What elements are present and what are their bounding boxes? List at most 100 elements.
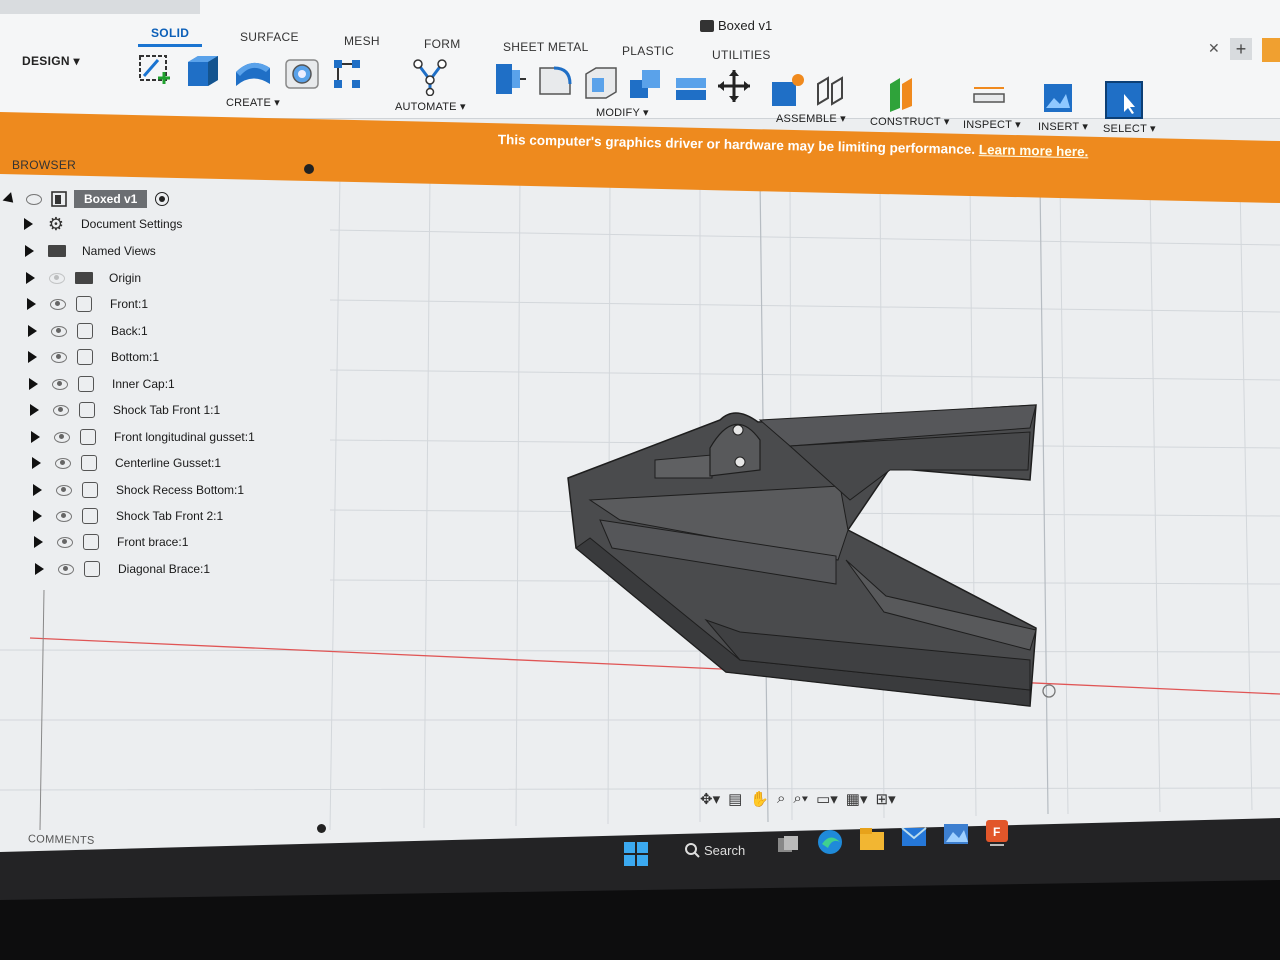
press-pull-icon[interactable] [492, 60, 528, 98]
mail-icon[interactable] [900, 824, 928, 850]
browser-item-diagonal-brace[interactable]: Diagonal Brace:1 [35, 558, 210, 580]
browser-item-named-views[interactable]: Named Views [25, 240, 156, 262]
tab-plastic[interactable]: PLASTIC [622, 44, 674, 58]
visibility-eye-icon[interactable] [49, 272, 65, 284]
new-tab-button[interactable]: + [1230, 38, 1252, 60]
expand-arrow-icon[interactable] [33, 484, 42, 496]
visibility-eye-icon[interactable] [58, 563, 74, 575]
browser-item-front-brace[interactable]: Front brace:1 [34, 531, 188, 553]
visibility-eye-icon[interactable] [56, 510, 72, 522]
expand-arrow-icon[interactable] [28, 351, 37, 363]
visibility-eye-icon[interactable] [57, 536, 73, 548]
modify-menu[interactable]: MODIFY ▾ [596, 106, 649, 119]
browser-item-front[interactable]: Front:1 [27, 293, 148, 315]
profile-badge[interactable] [1262, 38, 1280, 62]
expand-arrow-icon[interactable] [27, 298, 36, 310]
expand-arrow-icon[interactable] [29, 378, 38, 390]
browser-item-centerline-gusset[interactable]: Centerline Gusset:1 [32, 452, 221, 474]
display-settings-icon[interactable]: ▭▾ [816, 790, 838, 808]
visibility-eye-icon[interactable] [51, 351, 67, 363]
automate-icon[interactable] [410, 58, 450, 96]
browser-collapse-button[interactable] [304, 164, 314, 174]
offset-face-icon[interactable] [672, 68, 710, 102]
tab-solid[interactable]: SOLID [151, 26, 189, 40]
fit-icon[interactable]: ⌕▾ [793, 790, 808, 808]
expand-arrow-icon[interactable] [33, 510, 42, 522]
visibility-eye-icon[interactable] [26, 193, 42, 205]
expand-arrow-icon[interactable] [25, 245, 34, 257]
photos-icon[interactable] [942, 822, 970, 848]
hole-icon[interactable] [282, 56, 322, 90]
construct-menu[interactable]: CONSTRUCT ▾ [870, 115, 950, 128]
extrude-icon[interactable] [184, 50, 224, 88]
activate-radio-icon[interactable] [155, 192, 170, 206]
fillet-icon[interactable] [536, 62, 576, 98]
move-icon[interactable] [716, 68, 752, 104]
visibility-eye-icon[interactable] [54, 431, 70, 443]
browser-item-shock-tab-front-1[interactable]: Shock Tab Front 1:1 [30, 399, 220, 421]
pan-icon[interactable]: ✋ [750, 790, 769, 808]
expand-arrow-icon[interactable] [32, 457, 41, 469]
shell-icon[interactable] [582, 64, 622, 100]
select-menu[interactable]: SELECT ▾ [1103, 122, 1156, 135]
learn-more-link[interactable]: Learn more here. [979, 142, 1089, 159]
expand-arrow-icon[interactable] [28, 325, 37, 337]
browser-item-back[interactable]: Back:1 [28, 320, 148, 342]
grid-settings-icon[interactable]: ▦▾ [846, 790, 868, 808]
expand-arrow-icon[interactable] [26, 272, 35, 284]
offset-plane-icon[interactable] [884, 74, 924, 112]
file-explorer-icon[interactable] [858, 826, 886, 852]
automate-menu[interactable]: AUTOMATE ▾ [395, 100, 466, 113]
expand-arrow-icon[interactable] [31, 431, 40, 443]
browser-item-front-longitudinal-gusset[interactable]: Front longitudinal gusset:1 [31, 426, 255, 448]
expand-arrow-icon[interactable] [35, 563, 44, 575]
comments-panel-title[interactable]: COMMENTS [28, 833, 95, 847]
tab-surface[interactable]: SURFACE [240, 30, 299, 44]
tab-form[interactable]: FORM [424, 37, 461, 51]
joint-icon[interactable] [812, 74, 848, 108]
workspace-dropdown[interactable]: DESIGN ▾ [22, 54, 80, 68]
fusion-360-app-icon[interactable]: F [984, 818, 1010, 848]
browser-item-origin[interactable]: Origin [26, 267, 141, 289]
look-at-icon[interactable]: ▤ [728, 790, 742, 808]
browser-item-shock-tab-front-2[interactable]: Shock Tab Front 2:1 [33, 505, 223, 527]
pattern-icon[interactable] [330, 56, 366, 92]
inspect-menu[interactable]: INSPECT ▾ [963, 118, 1021, 131]
new-component-icon[interactable] [768, 72, 806, 108]
tab-mesh[interactable]: MESH [344, 34, 380, 48]
expand-arrow-icon[interactable] [24, 218, 33, 230]
assemble-menu[interactable]: ASSEMBLE ▾ [776, 112, 846, 125]
browser-item-bottom[interactable]: Bottom:1 [28, 346, 159, 368]
visibility-eye-icon[interactable] [51, 325, 67, 337]
combine-icon[interactable] [626, 66, 666, 102]
task-view-icon[interactable] [776, 834, 800, 856]
insert-menu[interactable]: INSERT ▾ [1038, 120, 1088, 133]
tab-sheet-metal[interactable]: SHEET METAL [503, 40, 589, 54]
visibility-eye-icon[interactable] [56, 484, 72, 496]
browser-item-inner-cap[interactable]: Inner Cap:1 [29, 373, 175, 395]
collapse-arrow-icon[interactable] [2, 191, 18, 207]
browser-item-shock-recess-bottom[interactable]: Shock Recess Bottom:1 [33, 479, 244, 501]
edge-browser-icon[interactable] [816, 828, 844, 856]
orbit-icon[interactable]: ✥▾ [700, 790, 720, 808]
visibility-eye-icon[interactable] [52, 378, 68, 390]
viewports-icon[interactable]: ⊞▾ [876, 790, 896, 808]
revolve-icon[interactable] [232, 54, 274, 88]
tab-utilities[interactable]: UTILITIES [712, 48, 771, 62]
taskbar-search[interactable]: Search [704, 843, 745, 858]
zoom-icon[interactable]: ⌕ [777, 790, 785, 808]
create-menu[interactable]: CREATE ▾ [226, 96, 280, 109]
browser-item-document-settings[interactable]: ⚙ Document Settings [24, 213, 182, 235]
search-icon[interactable] [684, 842, 700, 858]
create-sketch-icon[interactable] [136, 50, 176, 86]
visibility-eye-icon[interactable] [55, 457, 71, 469]
windows-start-icon[interactable] [622, 840, 650, 868]
root-component-label[interactable]: Boxed v1 [74, 190, 148, 208]
browser-root-row[interactable]: Boxed v1 [2, 188, 170, 210]
insert-image-icon[interactable] [1040, 80, 1076, 116]
close-icon[interactable]: ✕ [1208, 40, 1220, 57]
measure-icon[interactable] [970, 80, 1008, 110]
add-comment-button[interactable] [317, 824, 326, 833]
expand-arrow-icon[interactable] [34, 536, 43, 548]
select-cursor-icon[interactable] [1104, 80, 1144, 120]
